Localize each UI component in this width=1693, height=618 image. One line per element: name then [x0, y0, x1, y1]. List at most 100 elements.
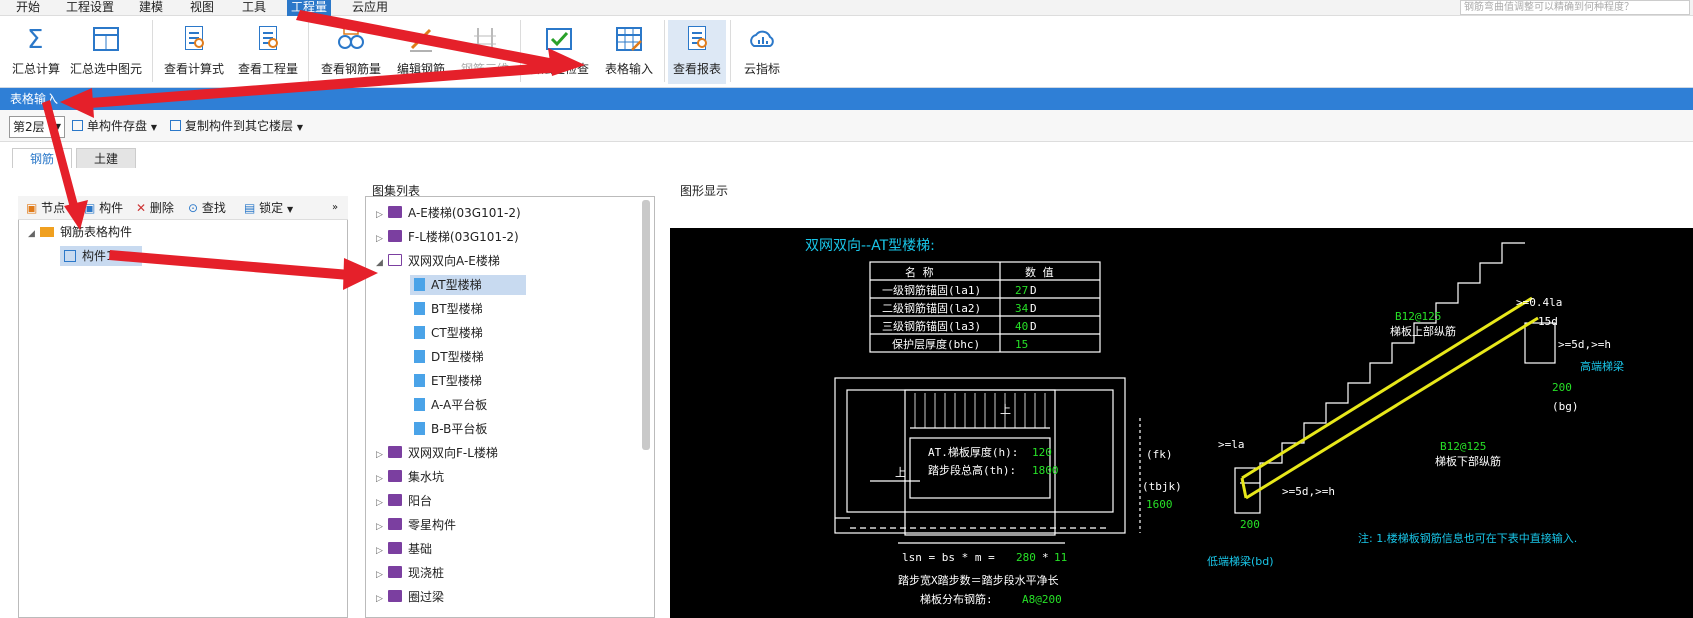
validity-check-button[interactable]: 合法性检查: [524, 20, 594, 84]
atlas-item-label: B-B平台板: [431, 422, 488, 436]
book-icon: [388, 494, 402, 506]
book-icon: [388, 590, 402, 602]
atlas-item[interactable]: BT型楼梯: [414, 299, 483, 319]
m-value: 11: [1054, 551, 1067, 564]
expand-icon: ▷: [376, 522, 383, 532]
atlas-item[interactable]: ◢ 双网双向A-E楼梯: [376, 251, 500, 271]
view-rebar-label: 查看钢筋量: [320, 62, 381, 76]
menu-project-settings[interactable]: 工程设置: [62, 0, 118, 16]
summary-selected-label: 汇总选中图元: [69, 62, 142, 76]
sigma-icon: Σ: [21, 24, 51, 55]
ribbon-separator: [152, 20, 153, 82]
atlas-item-label: 集水坑: [408, 470, 445, 484]
chevron-down-icon: ▼: [296, 123, 303, 132]
expand-icon: ▷: [376, 594, 383, 604]
atlas-item[interactable]: ▷ F-L楼梯(03G101-2): [376, 227, 519, 247]
page-icon: [414, 278, 425, 291]
atlas-item-label: 圈过梁: [408, 590, 445, 604]
row-value: 15: [1015, 338, 1028, 351]
low-extension-annotation: >=5d,>=h: [1282, 485, 1335, 498]
up-label-2: 上: [895, 466, 906, 479]
atlas-item[interactable]: ▷ 圈过梁: [376, 587, 444, 607]
row-unit: D: [1030, 320, 1037, 333]
atlas-item-at-stair[interactable]: AT型楼梯: [410, 275, 526, 295]
expand-icon: ▷: [376, 474, 383, 484]
atlas-item[interactable]: A-A平台板: [414, 395, 487, 415]
view-quantity-button[interactable]: 查看工程量: [232, 20, 304, 84]
component-icon: ▣: [84, 201, 96, 215]
page-icon: [414, 302, 425, 315]
atlas-item[interactable]: DT型楼梯: [414, 347, 484, 367]
single-save-button[interactable]: 单构件存盘 ▼: [72, 116, 157, 136]
view-report-button[interactable]: 查看报表: [668, 20, 726, 84]
floor-select[interactable]: 第2层 ▼: [9, 116, 65, 138]
find-button[interactable]: ⊙ 查找: [188, 198, 226, 218]
expand-icon: ▷: [376, 546, 383, 556]
table-input-button[interactable]: 表格输入: [596, 20, 662, 84]
note-text: 注: 1.楼梯板钢筋信息也可在下表中直接输入.: [1358, 531, 1577, 545]
atlas-item-label: 现浇桩: [408, 566, 445, 580]
view-formula-button[interactable]: 查看计算式: [158, 20, 230, 84]
tree-item-component1[interactable]: 构件1: [60, 246, 142, 266]
panel-title-bar: 表格输入: [0, 88, 1693, 110]
cloud-index-button[interactable]: 云指标: [736, 20, 788, 84]
tab-steel[interactable]: 钢筋: [12, 148, 72, 168]
atlas-item[interactable]: ▷ 双网双向F-L楼梯: [376, 443, 498, 463]
page-icon: [414, 350, 425, 363]
tree-root[interactable]: ◢ 钢筋表格构件: [28, 222, 132, 242]
rebar-3d-icon: [470, 24, 500, 54]
atlas-item[interactable]: ▷ 集水坑: [376, 467, 444, 487]
menu-view[interactable]: 视图: [186, 0, 218, 16]
tbjk-value: 1600: [1146, 498, 1173, 511]
component-label: 构件: [99, 201, 124, 215]
view-quantity-label: 查看工程量: [237, 62, 298, 76]
chevron-down-icon: ▼: [150, 123, 157, 132]
atlas-item[interactable]: ▷ 阳台: [376, 491, 432, 511]
atlas-item[interactable]: ▷ 零星构件: [376, 515, 456, 535]
component-button[interactable]: ▣ 构件: [84, 198, 123, 218]
extension-annotation: >=5d,>=h: [1558, 338, 1611, 351]
row-unit: D: [1030, 302, 1037, 315]
row-value: 27: [1015, 284, 1028, 297]
thickness-value: 120: [1032, 446, 1052, 459]
view-report-label: 查看报表: [672, 62, 721, 76]
expand-icon: ▷: [376, 498, 383, 508]
view-rebar-button[interactable]: 查看钢筋量: [314, 20, 388, 84]
search-input[interactable]: 钢筋弯曲值调整可以精确到何种程度？: [1460, 0, 1690, 15]
pencil-icon: [406, 24, 436, 54]
lock-button[interactable]: ▤ 锁定 ▼: [244, 198, 293, 218]
tbjk-label: (tbjk): [1142, 480, 1182, 493]
book-icon: [388, 518, 402, 530]
tree-item-label: 构件1: [82, 249, 114, 263]
menu-modeling[interactable]: 建模: [135, 0, 167, 16]
atlas-item-label: CT型楼梯: [431, 326, 483, 340]
more-icon[interactable]: »: [332, 198, 338, 218]
copy-to-floor-button[interactable]: 复制构件到其它楼层 ▼: [170, 116, 303, 136]
atlas-item[interactable]: ▷ 基础: [376, 539, 432, 559]
high-beam-width: 200: [1552, 381, 1572, 394]
edit-rebar-button[interactable]: 编辑钢筋: [390, 20, 452, 84]
book-icon: [388, 230, 402, 242]
atlas-item[interactable]: B-B平台板: [414, 419, 487, 439]
node-button[interactable]: ▣ 节点: [26, 198, 65, 218]
menu-tools[interactable]: 工具: [238, 0, 270, 16]
atlas-item[interactable]: ET型楼梯: [414, 371, 482, 391]
folder-icon: [40, 227, 54, 237]
node-icon: ▣: [26, 201, 38, 215]
atlas-item[interactable]: ▷ 现浇桩: [376, 563, 444, 583]
la-annotation: >=la: [1218, 438, 1245, 451]
summary-calc-button[interactable]: Σ 汇总计算: [8, 20, 64, 84]
delete-button[interactable]: ✕ 删除: [136, 198, 174, 218]
tab-civil[interactable]: 土建: [76, 148, 136, 168]
thickness-label: AT.梯板厚度(h):: [928, 445, 1018, 459]
atlas-item[interactable]: CT型楼梯: [414, 323, 483, 343]
lock-icon: ▤: [244, 201, 256, 215]
rebar-3d-button[interactable]: 钢筋三维: [454, 20, 516, 84]
summary-selected-button[interactable]: 汇总选中图元: [66, 20, 146, 84]
menu-cloud[interactable]: 云应用: [348, 0, 392, 16]
atlas-scrollbar[interactable]: [642, 200, 650, 450]
atlas-item[interactable]: ▷ A-E楼梯(03G101-2): [376, 203, 521, 223]
menu-start[interactable]: 开始: [12, 0, 44, 16]
page-icon: [414, 398, 425, 411]
menu-quantity[interactable]: 工程量: [287, 0, 332, 16]
